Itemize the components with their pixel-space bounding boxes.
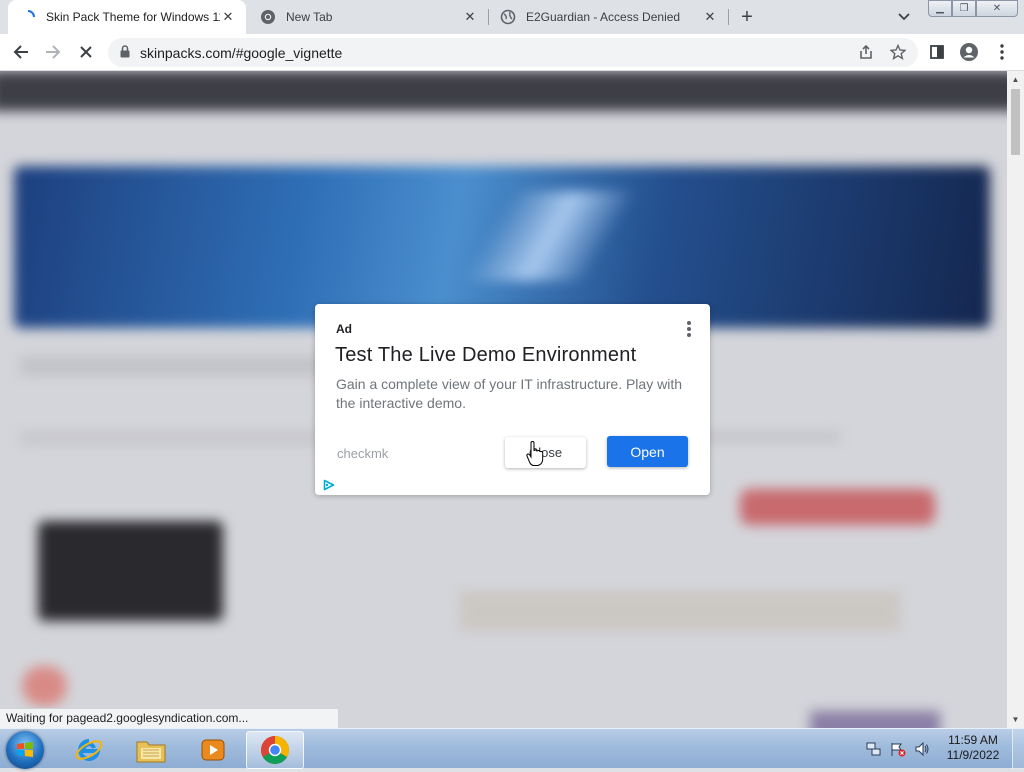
site-thumbnail [38, 521, 223, 621]
chrome-icon [261, 736, 289, 764]
site-navbar [0, 71, 1007, 111]
globe-icon [500, 9, 516, 25]
loading-spinner-icon [20, 9, 36, 25]
share-icon[interactable] [854, 40, 878, 64]
chevron-down-icon[interactable] [895, 9, 913, 25]
close-tab-icon[interactable]: ✕ [462, 9, 478, 25]
tab-title: New Tab [286, 10, 333, 24]
bookmark-star-icon[interactable] [886, 40, 910, 64]
address-bar[interactable]: skinpacks.com/#google_vignette [108, 38, 918, 67]
url-text: skinpacks.com/#google_vignette [140, 44, 343, 61]
taskbar-internet-explorer[interactable] [60, 731, 118, 769]
windows-taskbar: 11:59 AM 11/9/2022 [0, 728, 1024, 769]
taskbar-chrome[interactable] [246, 731, 304, 769]
taskbar-file-explorer[interactable] [122, 731, 180, 769]
tab-e2guardian[interactable]: E2Guardian - Access Denied ✕ [488, 0, 728, 34]
windows-logo-icon [17, 742, 33, 757]
clock-time: 11:59 AM [948, 733, 998, 747]
ad-description[interactable]: Gain a complete view of your IT infrastr… [336, 375, 691, 413]
status-bubble: Waiting for pagead2.googlesyndication.co… [0, 708, 339, 728]
show-desktop-button[interactable] [1012, 729, 1024, 769]
tab-separator [728, 9, 729, 25]
ad-advertiser-name[interactable]: checkmk [337, 446, 388, 461]
close-tab-icon[interactable]: ✕ [702, 9, 718, 25]
close-tab-icon[interactable]: ✕ [220, 9, 236, 25]
site-sidebar-text [700, 431, 840, 443]
site-download-button [740, 489, 935, 525]
scroll-up-arrow-icon[interactable]: ▲ [1007, 71, 1024, 88]
tab-strip: Skin Pack Theme for Windows 11 ✕ New Tab… [0, 0, 1024, 34]
ad-open-button[interactable]: Open [607, 436, 688, 467]
internet-explorer-icon [75, 739, 103, 761]
minimize-window-button[interactable]: ▁ [928, 0, 952, 17]
back-button[interactable] [9, 40, 33, 64]
tab-title: E2Guardian - Access Denied [526, 10, 681, 24]
page-scrollbar[interactable]: ▲ ▼ [1007, 71, 1024, 728]
clock-date: 11/9/2022 [946, 748, 1000, 762]
banner-highlight [420, 191, 680, 281]
vignette-ad-dialog: Ad Test The Live Demo Environment Gain a… [315, 304, 710, 495]
network-icon[interactable] [866, 741, 882, 757]
side-panel-icon[interactable] [925, 40, 949, 64]
chrome-icon [260, 9, 276, 25]
forward-button[interactable] [41, 40, 65, 64]
taskbar-clock[interactable]: 11:59 AM 11/9/2022 [938, 733, 1008, 763]
volume-icon[interactable] [914, 741, 930, 757]
media-player-icon [201, 739, 225, 761]
scroll-down-arrow-icon[interactable]: ▼ [1007, 711, 1024, 728]
scroll-thumb[interactable] [1011, 89, 1020, 155]
stop-loading-button[interactable] [74, 40, 98, 64]
lock-icon[interactable] [120, 44, 130, 61]
more-menu-icon[interactable] [990, 40, 1014, 64]
ad-options-icon[interactable] [683, 319, 695, 339]
hand-cursor-icon [526, 440, 544, 467]
profile-avatar-icon[interactable] [957, 40, 981, 64]
tab-skinpack[interactable]: Skin Pack Theme for Windows 11 ✕ [8, 0, 246, 34]
close-window-button[interactable]: ✕ [976, 0, 1018, 17]
action-center-flag-icon[interactable] [890, 741, 906, 757]
new-tab-button[interactable]: + [736, 6, 758, 28]
browser-toolbar: skinpacks.com/#google_vignette [0, 34, 1024, 71]
restore-window-button[interactable]: ❐ [952, 0, 976, 17]
tab-new-tab[interactable]: New Tab ✕ [248, 0, 488, 34]
ad-close-button[interactable]: Close [505, 437, 586, 468]
file-explorer-icon [136, 741, 166, 763]
start-button[interactable] [6, 731, 44, 769]
ad-headline[interactable]: Test The Live Demo Environment [335, 344, 636, 367]
site-body-text [460, 591, 900, 631]
site-footer-image [810, 711, 940, 728]
taskbar-media-player[interactable] [184, 731, 242, 769]
site-social-icon [22, 666, 67, 706]
adchoices-icon[interactable] [323, 479, 335, 491]
ad-label: Ad [336, 322, 352, 336]
tab-title: Skin Pack Theme for Windows 11 [46, 10, 220, 24]
